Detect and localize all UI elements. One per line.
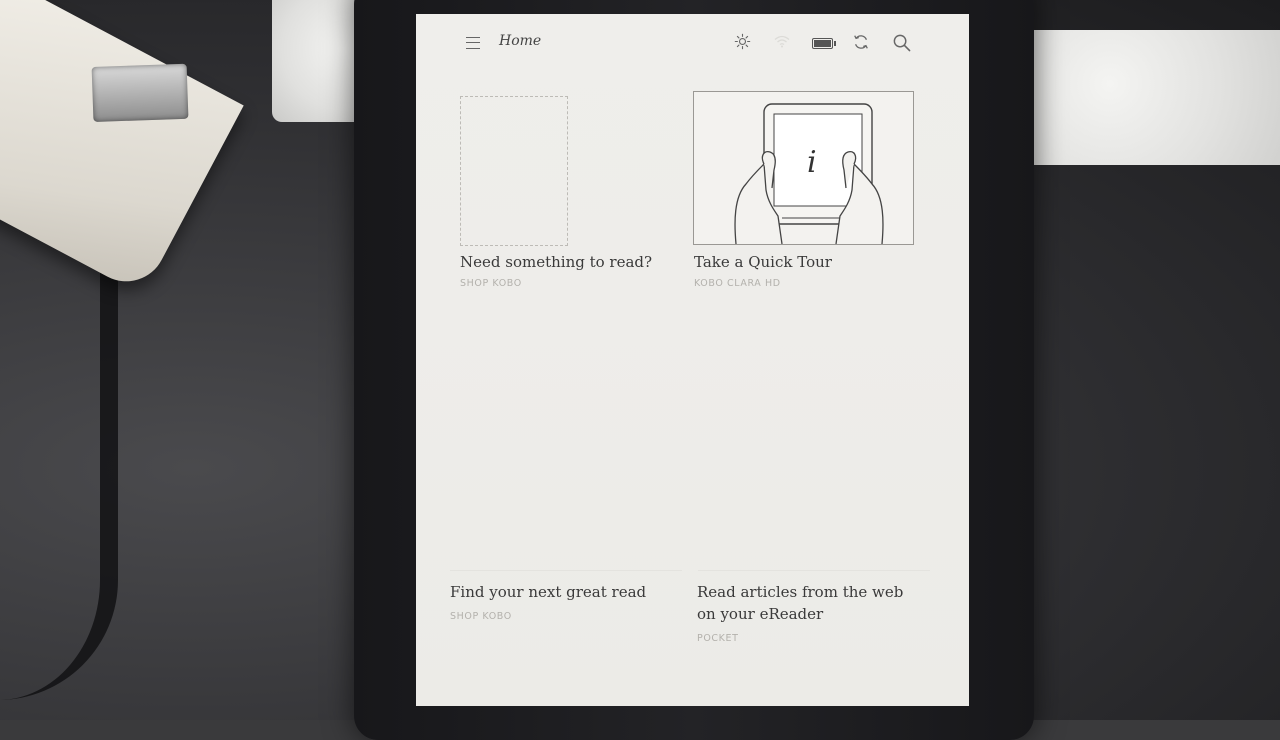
divider <box>698 570 930 571</box>
quick-tour-illustration[interactable]: i <box>693 91 914 245</box>
ereader-screen: Home Need something to read? SHOP KOBO i… <box>416 14 969 706</box>
search-icon[interactable] <box>892 33 911 52</box>
tile-title-tour[interactable]: Take a Quick Tour <box>694 251 832 273</box>
illustration-letter: i <box>807 145 817 180</box>
dock-connector <box>91 63 189 123</box>
tile-title-pocket-line1[interactable]: Read articles from the web <box>697 581 903 603</box>
menu-icon[interactable] <box>466 37 480 49</box>
hands-holding-ereader-icon: i <box>734 103 884 244</box>
page-title: Home <box>499 33 542 49</box>
tile-title-find[interactable]: Find your next great read <box>450 581 646 603</box>
sync-icon[interactable] <box>852 33 870 51</box>
tile-subtitle-shop: SHOP KOBO <box>460 278 522 289</box>
book-cover-placeholder[interactable] <box>460 96 568 246</box>
battery-icon[interactable] <box>812 38 836 49</box>
tile-subtitle-tour: KOBO CLARA HD <box>694 278 781 289</box>
brightness-icon[interactable] <box>734 33 751 50</box>
tile-subtitle-pocket: POCKET <box>697 633 739 644</box>
divider <box>450 570 682 571</box>
status-bar: Home <box>416 14 969 70</box>
tile-title-pocket-line2[interactable]: on your eReader <box>697 603 823 625</box>
tile-title-shop[interactable]: Need something to read? <box>460 251 652 273</box>
tile-subtitle-find: SHOP KOBO <box>450 611 512 622</box>
wifi-icon[interactable] <box>774 35 790 48</box>
